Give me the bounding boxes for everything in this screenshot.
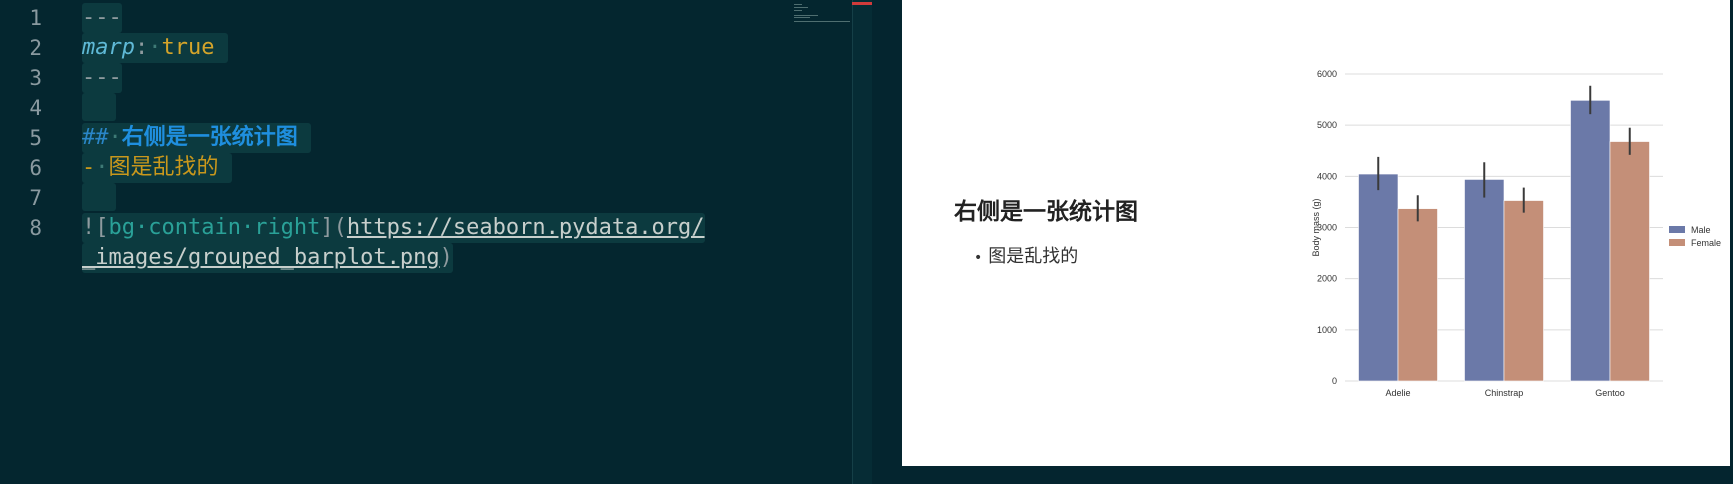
list-text: 图是乱找的: [108, 155, 219, 180]
line-number: 1: [29, 6, 42, 30]
bar-female-gentoo: [1609, 141, 1650, 382]
line-number: 8: [29, 216, 42, 240]
heading-text: 右侧是一张统计图: [121, 125, 298, 150]
image-link-close: ): [439, 245, 453, 270]
x-tick-label: Adelie: [1385, 388, 1410, 398]
pane-divider[interactable]: [872, 0, 902, 484]
code-line-8[interactable]: ![bg·contain·right](https://seaborn.pyda…: [82, 213, 705, 243]
whitespace-marker: ·: [108, 125, 122, 150]
heading-marker: ##: [82, 125, 109, 150]
scrollbar-position-marker: [852, 2, 872, 5]
bar-male-chinstrap: [1464, 179, 1505, 382]
editor-scrollbar[interactable]: [852, 0, 873, 484]
code-line-3[interactable]: ---: [82, 63, 122, 93]
slide-bullet-item: 图是乱找的: [954, 242, 1078, 268]
bar-female-adelie: [1397, 208, 1438, 382]
code-line-6[interactable]: -·图是乱找的: [82, 153, 232, 183]
list-marker: -: [82, 155, 96, 180]
image-open-bracket: ![: [82, 215, 109, 240]
minimap[interactable]: [794, 2, 852, 22]
slide-preview: 右侧是一张统计图 图是乱找的 0100020003000400050006000…: [902, 0, 1730, 466]
whitespace-marker: ·: [148, 35, 162, 60]
bar-male-gentoo: [1570, 100, 1611, 382]
legend-swatch: [1669, 226, 1685, 233]
line-number: 4: [29, 96, 42, 120]
code-line-7[interactable]: [82, 183, 116, 211]
code-line-4[interactable]: [82, 93, 116, 121]
line-number: 3: [29, 66, 42, 90]
code-line-8-wrap[interactable]: _images/grouped_barplot.png): [82, 243, 453, 273]
yaml-colon: :: [134, 35, 149, 60]
frontmatter-delimiter: ---: [82, 5, 122, 30]
image-alt-text: bg·contain·right: [108, 215, 321, 240]
code-line-2[interactable]: marp:·true: [82, 33, 228, 63]
yaml-key: marp: [82, 35, 135, 60]
y-axis-label: Body mass (g): [1311, 198, 1321, 256]
y-tick-label: 5000: [1317, 120, 1337, 130]
image-url[interactable]: https://seaborn.pydata.org/: [347, 215, 705, 240]
y-tick-label: 1000: [1317, 325, 1337, 335]
code-editor[interactable]: 1 2 3 4 5 6 7 8 --- marp:·true --- ##·右侧…: [0, 0, 852, 484]
legend-swatch: [1669, 239, 1685, 246]
slide-bullet-list: 图是乱找的: [954, 242, 1078, 268]
y-tick-label: 0: [1332, 376, 1337, 386]
yaml-value: true: [161, 35, 215, 60]
line-number: 6: [29, 156, 42, 180]
x-tick-label: Chinstrap: [1485, 388, 1524, 398]
bar-male-adelie: [1358, 173, 1399, 382]
code-line-5[interactable]: ##·右侧是一张统计图: [82, 123, 312, 153]
image-link-open: ](: [320, 215, 347, 240]
slide-heading: 右侧是一张统计图: [954, 199, 1138, 225]
frontmatter-delimiter: ---: [82, 65, 122, 90]
line-number: 5: [29, 126, 42, 150]
code-line-1[interactable]: ---: [82, 3, 122, 33]
image-url-continued[interactable]: _images/grouped_barplot.png: [82, 245, 440, 270]
y-tick-label: 6000: [1317, 69, 1337, 79]
bar-female-chinstrap: [1503, 200, 1544, 382]
line-number: 2: [29, 36, 42, 60]
y-tick-label: 4000: [1317, 171, 1337, 181]
y-tick-label: 2000: [1317, 274, 1337, 284]
legend-label: Female: [1691, 238, 1721, 248]
line-number: 7: [29, 186, 42, 210]
grouped-bar-chart: 0100020003000400050006000Body mass (g)Ad…: [1311, 69, 1721, 398]
legend-label: Male: [1691, 225, 1711, 235]
x-tick-label: Gentoo: [1595, 388, 1625, 398]
whitespace-marker: ·: [95, 155, 109, 180]
